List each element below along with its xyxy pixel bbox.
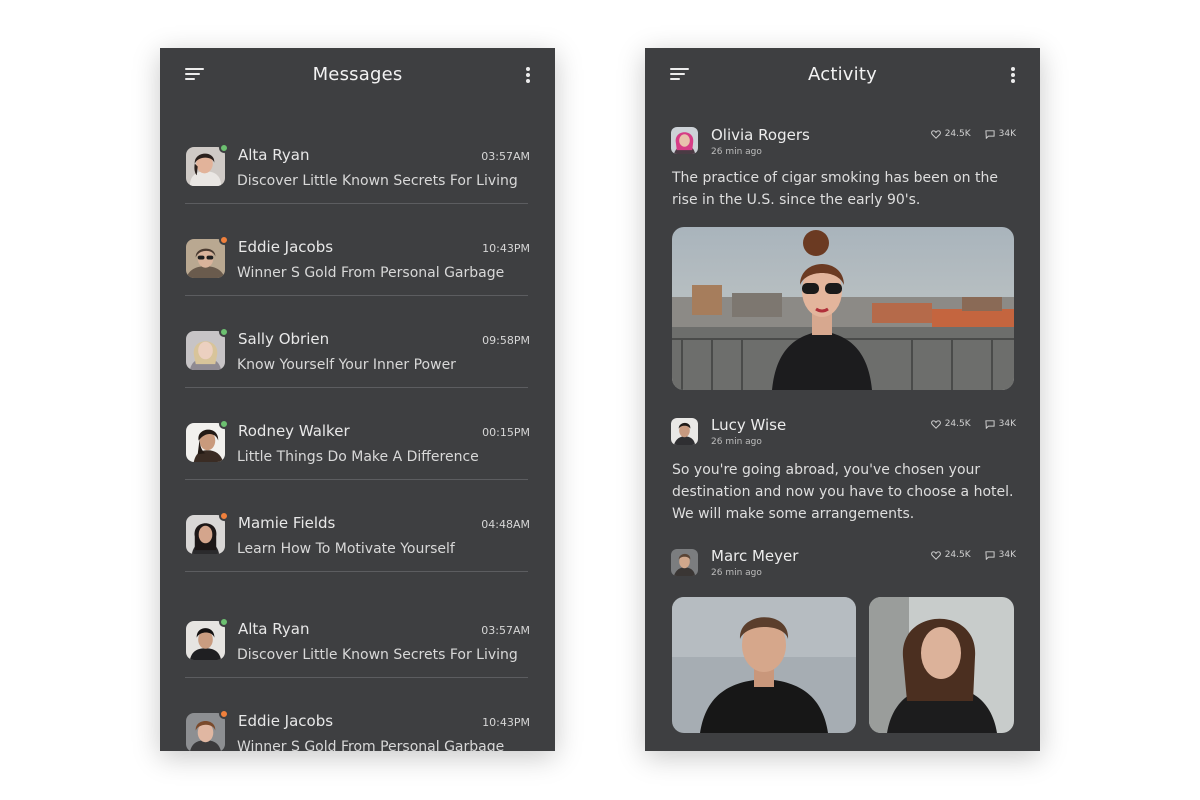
- message-preview: Learn How To Motivate Yourself: [237, 541, 455, 557]
- comments-count: 34K: [998, 550, 1016, 560]
- away-status-dot: [219, 235, 229, 245]
- message-row-eddie-jacobs-2[interactable]: Eddie Jacobs 10:43PM Winner S Gold From …: [185, 699, 530, 751]
- post-photo[interactable]: [869, 597, 1014, 733]
- away-status-dot: [219, 709, 229, 719]
- heart-icon[interactable]: [930, 550, 941, 560]
- likes-count: 24.5K: [944, 129, 971, 139]
- activity-top-bar: Activity: [645, 48, 1040, 104]
- comment-icon[interactable]: [985, 550, 995, 560]
- message-time: 03:57AM: [481, 150, 530, 163]
- message-time: 04:48AM: [481, 518, 530, 531]
- message-row-rodney-walker[interactable]: Rodney Walker 00:15PM Little Things Do M…: [185, 409, 530, 501]
- contact-name: Eddie Jacobs: [238, 712, 334, 730]
- message-preview: Winner S Gold From Personal Garbage: [237, 265, 505, 281]
- divider: [185, 203, 528, 204]
- message-row-alta-ryan[interactable]: Alta Ryan 03:57AM Discover Little Known …: [185, 133, 530, 225]
- avatar[interactable]: [671, 418, 698, 445]
- message-row-alta-ryan-2[interactable]: Alta Ryan 03:57AM Discover Little Known …: [185, 607, 530, 699]
- message-preview: Little Things Do Make A Difference: [237, 449, 479, 465]
- post-text: So you're going abroad, you've chosen yo…: [672, 462, 1014, 522]
- avatar[interactable]: [671, 549, 698, 576]
- messages-top-bar: Messages: [160, 48, 555, 104]
- divider: [185, 479, 528, 480]
- contact-name: Mamie Fields: [238, 514, 336, 532]
- contact-name: Alta Ryan: [238, 146, 310, 164]
- avatar: [186, 621, 225, 660]
- post-text: The practice of cigar smoking has been o…: [672, 170, 998, 208]
- divider: [185, 677, 528, 678]
- online-status-dot: [219, 143, 229, 153]
- avatar: [186, 515, 225, 554]
- message-preview: Winner S Gold From Personal Garbage: [237, 739, 505, 751]
- contact-name: Sally Obrien: [238, 330, 330, 348]
- likes-count: 24.5K: [944, 419, 971, 429]
- post-author-name[interactable]: Lucy Wise: [711, 416, 786, 434]
- page-title: Activity: [808, 64, 877, 85]
- message-preview: Know Yourself Your Inner Power: [237, 357, 456, 373]
- post-photo[interactable]: [672, 227, 1014, 390]
- avatar: [186, 147, 225, 186]
- online-status-dot: [219, 419, 229, 429]
- away-status-dot: [219, 511, 229, 521]
- more-options-icon[interactable]: [1010, 67, 1016, 83]
- avatar: [186, 713, 225, 751]
- post-stats: 24.5K 34K: [930, 550, 1016, 560]
- message-preview: Discover Little Known Secrets For Living: [237, 173, 518, 189]
- message-time: 09:58PM: [482, 334, 530, 347]
- divider: [185, 387, 528, 388]
- message-row-eddie-jacobs[interactable]: Eddie Jacobs 10:43PM Winner S Gold From …: [185, 225, 530, 317]
- likes-count: 24.5K: [944, 550, 971, 560]
- divider: [185, 571, 528, 572]
- page-title: Messages: [312, 64, 403, 85]
- messages-screen: Messages Alta Ryan 03:57AM Discover Litt…: [160, 48, 555, 751]
- comment-icon[interactable]: [985, 419, 995, 429]
- contact-name: Rodney Walker: [238, 422, 350, 440]
- activity-screen: Activity Olivia Rogers 26 min ago 24.5K …: [645, 48, 1040, 751]
- post-author-name[interactable]: Marc Meyer: [711, 547, 798, 565]
- more-options-icon[interactable]: [525, 67, 531, 83]
- comment-icon[interactable]: [985, 129, 995, 139]
- post-stats: 24.5K 34K: [930, 129, 1016, 139]
- message-time: 00:15PM: [482, 426, 530, 439]
- message-preview: Discover Little Known Secrets For Living: [237, 647, 518, 663]
- comments-count: 34K: [998, 129, 1016, 139]
- avatar[interactable]: [671, 127, 698, 154]
- message-row-sally-obrien[interactable]: Sally Obrien 09:58PM Know Yourself Your …: [185, 317, 530, 409]
- post-time: 26 min ago: [711, 437, 762, 447]
- message-time: 03:57AM: [481, 624, 530, 637]
- post-author-name[interactable]: Olivia Rogers: [711, 126, 810, 144]
- heart-icon[interactable]: [930, 419, 941, 429]
- avatar: [186, 423, 225, 462]
- online-status-dot: [219, 617, 229, 627]
- comments-count: 34K: [998, 419, 1016, 429]
- post-time: 26 min ago: [711, 568, 762, 578]
- divider: [185, 295, 528, 296]
- contact-name: Alta Ryan: [238, 620, 310, 638]
- message-row-mamie-fields[interactable]: Mamie Fields 04:48AM Learn How To Motiva…: [185, 501, 530, 593]
- post-time: 26 min ago: [711, 147, 762, 157]
- message-time: 10:43PM: [482, 716, 530, 729]
- avatar: [186, 239, 225, 278]
- heart-icon[interactable]: [930, 129, 941, 139]
- message-time: 10:43PM: [482, 242, 530, 255]
- avatar: [186, 331, 225, 370]
- online-status-dot: [219, 327, 229, 337]
- contact-name: Eddie Jacobs: [238, 238, 334, 256]
- post-photo[interactable]: [672, 597, 856, 733]
- post-stats: 24.5K 34K: [930, 419, 1016, 429]
